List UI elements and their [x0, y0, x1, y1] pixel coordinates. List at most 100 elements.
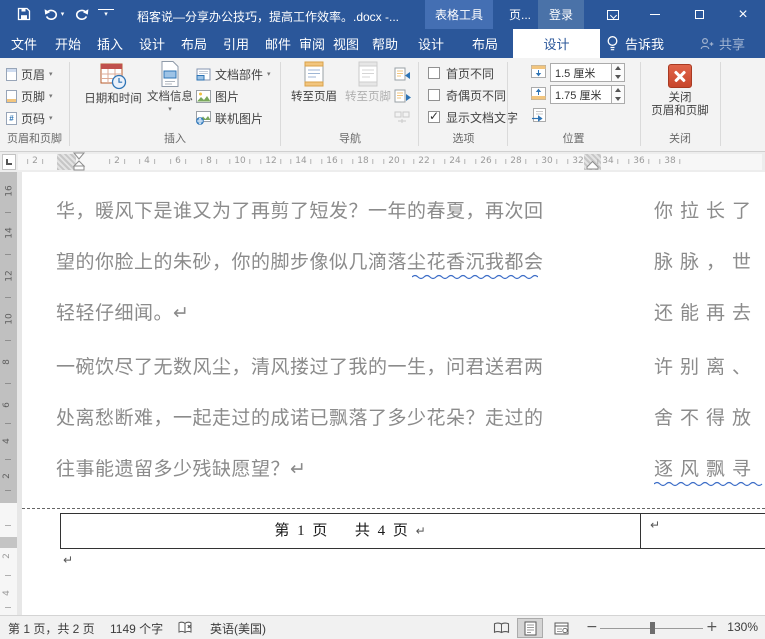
tab-headerfooter-design-active[interactable]: 设计	[513, 29, 600, 58]
word-count[interactable]: 1149 个字	[110, 620, 163, 637]
next-section-button[interactable]	[394, 86, 411, 106]
quick-parts-button[interactable]: 文档部件▾	[196, 64, 271, 84]
save-icon[interactable]	[14, 5, 34, 23]
body-text-line: 往事能遗留多少残缺愿望？↵	[56, 454, 566, 481]
zoom-in-button[interactable]: +	[706, 620, 718, 634]
ruler-number: 20	[383, 156, 404, 166]
vertical-ruler-body-area	[0, 172, 17, 503]
ribbon-display-options-icon	[607, 10, 619, 20]
tab-selector[interactable]	[2, 154, 16, 170]
tab-help[interactable]: 帮助	[362, 29, 408, 58]
read-mode-icon	[493, 622, 510, 634]
different-odd-even-label: 奇偶页不同	[446, 87, 506, 104]
online-pictures-button[interactable]: 联机图片	[196, 108, 263, 128]
footer-total-field[interactable]: 共 4 页	[355, 523, 410, 539]
ruler-number: 22	[413, 156, 434, 166]
page-indicator[interactable]: 第 1 页，共 2 页	[8, 620, 95, 637]
proofing-errors-icon[interactable]	[177, 621, 194, 638]
minimize-button[interactable]	[640, 0, 670, 29]
goto-header-button[interactable]: 转至页眉	[288, 60, 340, 104]
tab-file[interactable]: 文件	[1, 29, 47, 58]
tab-table-design[interactable]: 设计	[408, 29, 454, 58]
body-text-line: 舍不得放	[654, 403, 765, 430]
redo-button[interactable]	[72, 5, 92, 23]
tab-insert[interactable]: 插入	[87, 29, 133, 58]
insert-alignment-tab-button[interactable]	[531, 108, 547, 128]
ruler-number: 2	[2, 473, 12, 479]
ruler-number: 2	[109, 156, 125, 166]
undo-button[interactable]: ▾	[42, 5, 66, 23]
web-layout-button[interactable]	[548, 618, 574, 638]
footer-from-bottom-stepper[interactable]	[612, 85, 625, 104]
different-odd-even-checkbox[interactable]: 奇偶页不同	[428, 87, 506, 103]
footer-table-cell-border	[640, 513, 641, 549]
header-from-top-field[interactable]: 1.5 厘米	[550, 63, 612, 82]
zoom-level[interactable]: 130%	[720, 620, 758, 634]
document-info-label: 文档信息	[147, 91, 193, 104]
right-indent-marker[interactable]	[586, 161, 599, 170]
web-layout-icon	[554, 622, 569, 635]
pictures-icon	[196, 90, 211, 103]
maximize-button[interactable]	[684, 0, 714, 29]
sign-in-button[interactable]: 登录	[538, 0, 584, 29]
next-section-icon	[394, 89, 411, 103]
close-header-footer-icon	[668, 64, 692, 88]
qat-customize-icon[interactable]: ▾	[98, 9, 114, 19]
title-bar: ▾ ▾ 稻客说—分享办公技巧，提高工作效率。.docx -... 表格工具 页.…	[0, 0, 765, 29]
tab-layout[interactable]: 布局	[171, 29, 217, 58]
spellcheck-wavy-underline	[654, 481, 765, 487]
footer-from-bottom-field[interactable]: 1.75 厘米	[550, 85, 612, 104]
table-tools-header: 表格工具	[425, 0, 493, 29]
footer-button[interactable]: 页脚▾	[6, 86, 53, 106]
ribbon-display-options-button[interactable]	[598, 0, 628, 29]
checkbox-icon	[428, 89, 440, 101]
share-label: 共享	[719, 34, 745, 53]
footer-margin-marker[interactable]	[0, 537, 17, 548]
footer-icon	[6, 90, 17, 103]
quick-parts-label: 文档部件	[215, 66, 263, 83]
close-label-line2: 页眉和页脚	[651, 105, 709, 118]
language-indicator[interactable]: 英语(美国)	[210, 620, 266, 637]
ruler-number: 16	[5, 185, 15, 196]
different-first-page-label: 首页不同	[446, 65, 494, 82]
header-from-top-stepper[interactable]	[612, 63, 625, 82]
tell-me-button[interactable]: 告诉我	[606, 29, 664, 58]
link-to-previous-button	[394, 108, 411, 128]
zoom-slider-thumb[interactable]	[650, 622, 655, 634]
undo-dropdown-icon[interactable]: ▾	[61, 11, 65, 18]
close-window-button[interactable]: ×	[728, 0, 758, 29]
tab-references[interactable]: 引用	[213, 29, 259, 58]
horizontal-ruler[interactable]: 2 2 4 6 8 10 12 14 16 18 20 22 24 26 28 …	[0, 152, 765, 172]
indent-markers[interactable]	[72, 152, 86, 172]
close-header-footer-button[interactable]: 关闭 页眉和页脚	[642, 64, 718, 118]
date-time-label: 日期和时间	[84, 93, 142, 106]
vertical-ruler[interactable]: 16 14 12 10 8 6 4 2 2 4	[0, 172, 17, 615]
tab-home[interactable]: 开始	[45, 29, 91, 58]
ruler-number: 4	[139, 156, 155, 166]
different-first-page-checkbox[interactable]: 首页不同	[428, 65, 494, 81]
tab-table-layout[interactable]: 布局	[462, 29, 508, 58]
goto-header-label: 转至页眉	[291, 91, 337, 104]
date-time-button[interactable]: 日期和时间	[82, 60, 144, 106]
online-pictures-label: 联机图片	[215, 110, 263, 127]
page-number-button[interactable]: # 页码▾	[6, 108, 53, 128]
print-layout-button[interactable]	[517, 618, 543, 638]
footer-page-field[interactable]: 第 1 页	[274, 523, 329, 539]
zoom-out-button[interactable]: −	[586, 620, 598, 634]
share-button[interactable]: 共享	[700, 29, 745, 58]
footer-page-number-text[interactable]: 第 1 页 共 4 页 ↵	[60, 519, 640, 540]
document-info-button[interactable]: 文档信息 ▾	[145, 60, 195, 113]
ruler-number: 12	[260, 156, 281, 166]
document-info-icon	[159, 60, 181, 88]
pictures-button[interactable]: 图片	[196, 86, 239, 106]
group-label-insert: 插入	[70, 130, 280, 146]
ruler-number: 36	[628, 156, 649, 166]
read-mode-button[interactable]	[488, 618, 514, 638]
header-footer-boundary	[22, 508, 765, 509]
header-button[interactable]: 页眉▾	[6, 64, 53, 84]
tab-design[interactable]: 设计	[129, 29, 175, 58]
ruler-number: 16	[321, 156, 342, 166]
show-document-text-checkbox[interactable]: 显示文档文字	[428, 109, 518, 125]
previous-section-button[interactable]	[394, 64, 411, 84]
checkbox-icon	[428, 67, 440, 79]
